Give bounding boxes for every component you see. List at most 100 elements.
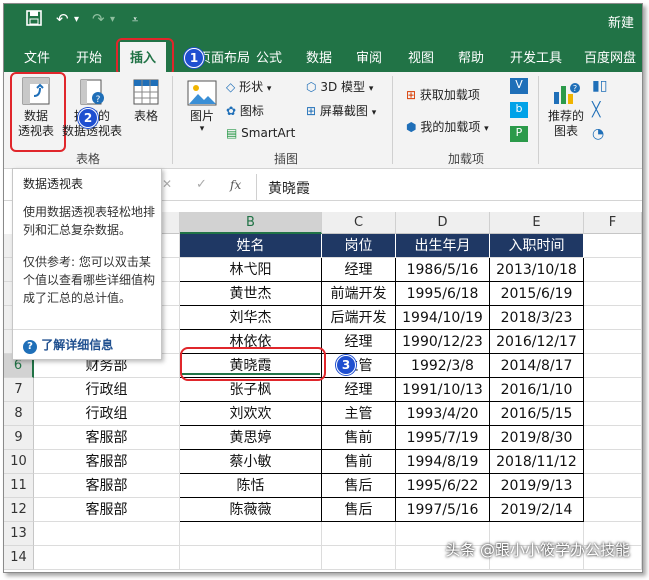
- table-cell[interactable]: 林弋阳: [180, 258, 322, 282]
- empty-cell[interactable]: [584, 330, 642, 354]
- empty-cell[interactable]: [584, 306, 642, 330]
- tab-baidu-netdisk[interactable]: 百度网盘: [584, 47, 636, 66]
- table-cell[interactable]: 2016/12/17: [490, 330, 584, 354]
- my-addins-button[interactable]: ⬢ 我的加载项 ▾: [406, 118, 489, 135]
- table-cell[interactable]: 主管: [322, 402, 396, 426]
- table-cell[interactable]: 2019/9/13: [490, 474, 584, 498]
- table-cell[interactable]: 2016/5/15: [490, 402, 584, 426]
- column-header-e[interactable]: E: [490, 212, 584, 234]
- table-cell[interactable]: 1995/6/18: [396, 282, 490, 306]
- row-header[interactable]: 13: [4, 522, 34, 546]
- table-cell[interactable]: 后端开发: [322, 306, 396, 330]
- icons-button[interactable]: ✿ 图标: [226, 102, 264, 119]
- table-cell[interactable]: 2018/3/23: [490, 306, 584, 330]
- table-cell[interactable]: 经理: [322, 330, 396, 354]
- table-header-cell[interactable]: 入职时间: [490, 234, 584, 258]
- customize-quick-access-icon[interactable]: ⩡: [132, 13, 138, 27]
- table-cell[interactable]: 1990/12/23: [396, 330, 490, 354]
- column-header-f[interactable]: F: [584, 212, 642, 234]
- table-cell[interactable]: 客服部: [34, 474, 180, 498]
- row-header[interactable]: 8: [4, 402, 34, 426]
- column-header-d[interactable]: D: [396, 212, 490, 234]
- tab-home[interactable]: 开始: [76, 47, 102, 66]
- table-header-cell[interactable]: 姓名: [180, 234, 322, 258]
- table-cell[interactable]: 1986/5/16: [396, 258, 490, 282]
- table-cell[interactable]: 售后: [322, 498, 396, 522]
- table-cell[interactable]: 1991/10/13: [396, 378, 490, 402]
- statistic-chart-icon[interactable]: ╳: [592, 102, 600, 118]
- formula-input[interactable]: 黄晓霞: [268, 178, 310, 198]
- redo-dropdown-icon[interactable]: ▾: [110, 14, 115, 25]
- column-chart-icon[interactable]: ▮▯: [592, 78, 607, 94]
- empty-cell[interactable]: [34, 522, 180, 546]
- empty-cell[interactable]: [584, 474, 642, 498]
- table-cell[interactable]: 客服部: [34, 426, 180, 450]
- table-header-cell[interactable]: 岗位: [322, 234, 396, 258]
- table-cell[interactable]: 2015/6/19: [490, 282, 584, 306]
- tab-developer[interactable]: 开发工具: [510, 47, 562, 66]
- learn-more-link[interactable]: ? 了解详细信息: [23, 336, 113, 354]
- get-addins-button[interactable]: ⊞ 获取加载项: [406, 86, 480, 103]
- insert-function-icon[interactable]: fx: [230, 178, 241, 192]
- save-icon[interactable]: [26, 10, 42, 30]
- table-cell[interactable]: 2019/2/14: [490, 498, 584, 522]
- table-cell[interactable]: 2013/10/18: [490, 258, 584, 282]
- table-cell[interactable]: 张子枫: [180, 378, 322, 402]
- table-cell[interactable]: 前端开发: [322, 282, 396, 306]
- tab-review[interactable]: 审阅: [356, 47, 382, 66]
- table-cell[interactable]: 2019/8/30: [490, 426, 584, 450]
- empty-cell[interactable]: [322, 546, 396, 570]
- empty-cell[interactable]: [584, 498, 642, 522]
- table-cell[interactable]: 主管: [322, 354, 396, 378]
- table-cell[interactable]: 1995/6/22: [396, 474, 490, 498]
- tab-file[interactable]: 文件: [24, 47, 50, 66]
- formula-enter-icon[interactable]: ✓: [196, 177, 207, 192]
- table-cell[interactable]: 售前: [322, 426, 396, 450]
- table-cell[interactable]: 陈薇薇: [180, 498, 322, 522]
- table-cell[interactable]: 2014/8/17: [490, 354, 584, 378]
- table-cell[interactable]: 1993/4/20: [396, 402, 490, 426]
- shapes-button[interactable]: ◇ 形状 ▾: [226, 78, 271, 95]
- tab-data[interactable]: 数据: [306, 47, 332, 66]
- undo-icon[interactable]: ↶: [56, 10, 69, 28]
- recommended-charts-button[interactable]: ? 推荐的 图表: [544, 80, 588, 139]
- 3d-models-button[interactable]: ⬡ 3D 模型 ▾: [306, 78, 373, 95]
- table-cell[interactable]: 经理: [322, 378, 396, 402]
- table-cell[interactable]: 2016/1/10: [490, 378, 584, 402]
- table-cell[interactable]: 刘华杰: [180, 306, 322, 330]
- empty-cell[interactable]: [584, 258, 642, 282]
- empty-cell[interactable]: [180, 546, 322, 570]
- empty-cell[interactable]: [584, 402, 642, 426]
- tab-help[interactable]: 帮助: [458, 47, 484, 66]
- table-cell[interactable]: 售后: [322, 474, 396, 498]
- tab-formulas[interactable]: 公式: [256, 47, 282, 66]
- bing-maps-icon[interactable]: b: [510, 102, 528, 118]
- pie-chart-icon[interactable]: ◔: [592, 126, 604, 142]
- table-cell[interactable]: 1995/7/19: [396, 426, 490, 450]
- table-cell[interactable]: 行政组: [34, 378, 180, 402]
- empty-cell[interactable]: [584, 378, 642, 402]
- table-header-cell[interactable]: 出生年月: [396, 234, 490, 258]
- row-header[interactable]: 11: [4, 474, 34, 498]
- table-cell[interactable]: 售前: [322, 450, 396, 474]
- table-cell[interactable]: 黄思婷: [180, 426, 322, 450]
- undo-dropdown-icon[interactable]: ▾: [74, 14, 79, 25]
- redo-icon[interactable]: ↷: [92, 10, 105, 28]
- formula-cancel-icon[interactable]: ✕: [162, 177, 172, 191]
- column-header-c[interactable]: C: [322, 212, 396, 234]
- row-header[interactable]: 10: [4, 450, 34, 474]
- table-cell[interactable]: 陈恬: [180, 474, 322, 498]
- table-cell[interactable]: 经理: [322, 258, 396, 282]
- table-cell[interactable]: 行政组: [34, 402, 180, 426]
- table-cell[interactable]: 客服部: [34, 498, 180, 522]
- empty-cell[interactable]: [584, 234, 642, 258]
- tab-view[interactable]: 视图: [408, 47, 434, 66]
- screenshot-button[interactable]: ⊞ 屏幕截图 ▾: [306, 102, 376, 119]
- table-cell[interactable]: 黄世杰: [180, 282, 322, 306]
- row-header[interactable]: 9: [4, 426, 34, 450]
- pictures-button[interactable]: 图片 ▾: [184, 80, 220, 134]
- column-header-b[interactable]: B: [180, 212, 322, 234]
- table-cell[interactable]: 2018/11/12: [490, 450, 584, 474]
- row-header[interactable]: 12: [4, 498, 34, 522]
- people-graph-icon[interactable]: P: [510, 126, 528, 142]
